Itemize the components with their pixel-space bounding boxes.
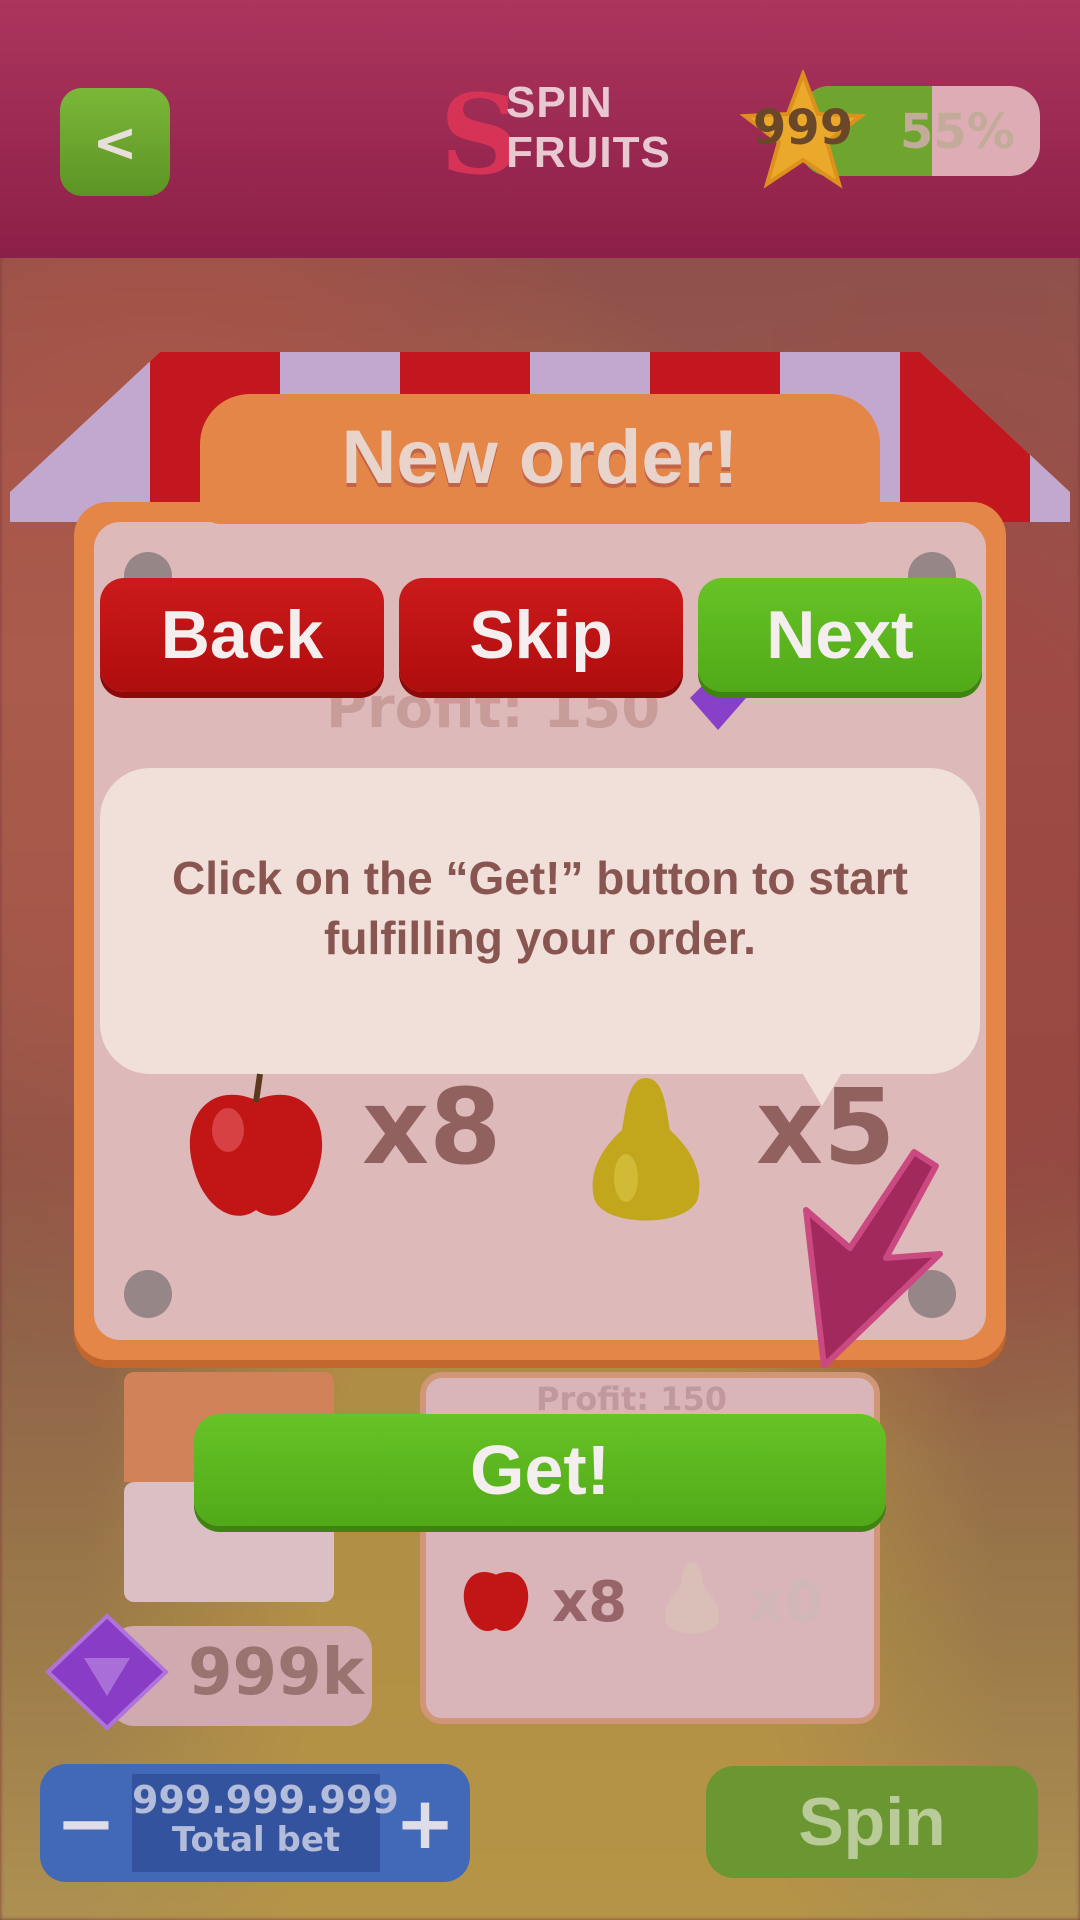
logo-line-1: SPIN <box>506 78 613 127</box>
panel-bolt <box>124 1270 172 1318</box>
tutorial-back-button[interactable]: Back <box>100 578 384 692</box>
second-order-pear-qty: x0 <box>748 1570 824 1635</box>
second-order-apple-qty: x8 <box>552 1570 628 1635</box>
panel-title: New order! <box>341 415 739 500</box>
tutorial-skip-button[interactable]: Skip <box>399 578 683 692</box>
apple-icon <box>189 1073 323 1216</box>
get-button[interactable]: Get! <box>194 1414 886 1526</box>
spin-button[interactable]: Spin <box>706 1766 1038 1878</box>
player-level: 999 <box>752 100 854 156</box>
spin-fruits-logo: S SPIN FRUITS <box>440 70 670 199</box>
decrease-bet-button[interactable]: − <box>40 1764 132 1882</box>
pear-icon <box>665 1562 719 1634</box>
gem-balance: 999k <box>188 1636 365 1710</box>
tutorial-next-button[interactable]: Next <box>698 578 982 692</box>
pear-icon <box>592 1078 700 1221</box>
apple-icon <box>463 1572 529 1631</box>
xp-percent: 55% <box>900 104 1015 160</box>
gem-icon <box>690 686 746 730</box>
second-order-profit: Profit: 150 <box>536 1380 727 1418</box>
logo-line-2: FRUITS <box>506 128 671 177</box>
pointer-arrow-icon <box>803 1149 943 1368</box>
total-bet-label: Total bet <box>171 1820 341 1860</box>
apple-quantity: x8 <box>362 1066 502 1188</box>
tutorial-message: Click on the “Get!” button to start fulf… <box>172 852 908 964</box>
back-arrow-button[interactable]: < <box>60 88 170 196</box>
total-bet-value: 999.999.999 <box>132 1778 399 1822</box>
gem-icon <box>45 1613 169 1731</box>
chevron-left-icon: < <box>92 110 138 174</box>
